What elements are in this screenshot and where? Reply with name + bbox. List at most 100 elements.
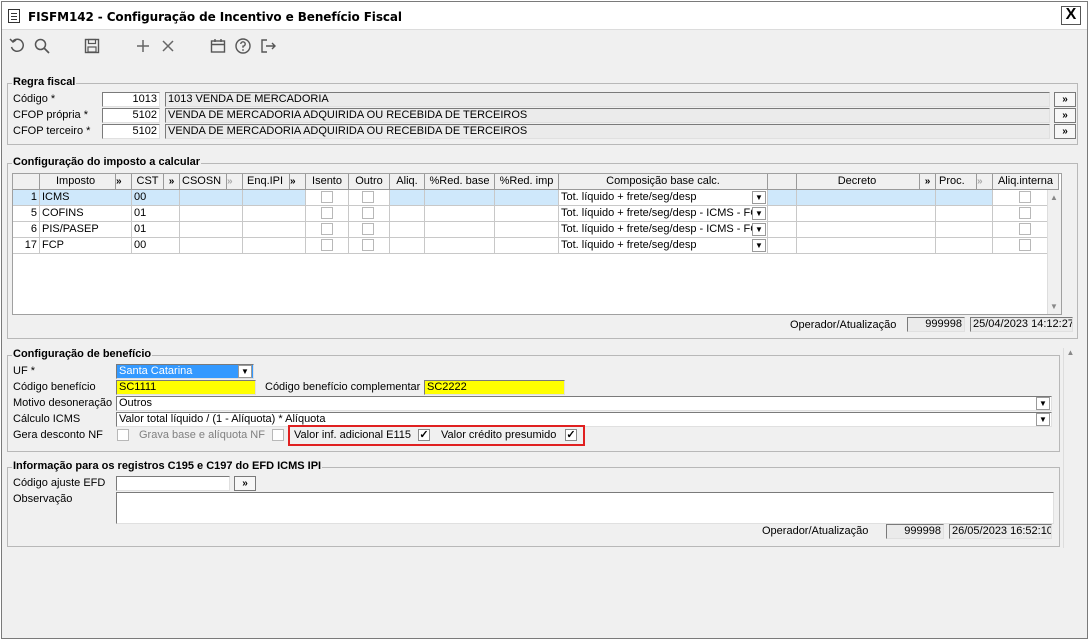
row-aliq[interactable] [390,238,425,254]
row-composicao[interactable]: Tot. líquido + frete/seg/desp - ICMS - F… [559,222,768,238]
composicao-dropdown-icon[interactable] [752,191,766,204]
exit-icon[interactable] [258,37,278,57]
col-aliq-header[interactable]: Aliq. [390,174,425,190]
form-scrollbar[interactable]: ▲ [1063,348,1077,548]
table-row[interactable]: 5 COFINS 01 Tot. líquido + frete/seg/des… [13,206,1061,222]
row-decreto[interactable] [797,190,936,206]
motivo-select[interactable]: Outros [116,396,1052,411]
enq-ipi-header-lookup-button[interactable]: » [289,174,305,189]
cfop-propria-lookup-button[interactable]: » [1054,108,1076,123]
row-imposto[interactable]: ICMS [40,190,132,206]
search-icon[interactable] [32,37,52,57]
row-outro-checkbox[interactable] [362,191,374,203]
row-csosn[interactable] [180,222,243,238]
row-outro-checkbox[interactable] [362,239,374,251]
row-red-imp[interactable] [495,238,559,254]
col-isento-header[interactable]: Isento [306,174,349,190]
col-aliq-interna-header[interactable]: Aliq.interna [993,174,1059,190]
row-red-base[interactable] [425,222,495,238]
gera-desconto-checkbox[interactable] [117,429,129,441]
cst-header-lookup-button[interactable]: » [163,174,179,189]
row-cst[interactable]: 00 [132,190,180,206]
row-decreto[interactable] [797,222,936,238]
row-outro-checkbox[interactable] [362,223,374,235]
uf-dropdown-icon[interactable] [238,365,252,378]
row-cst[interactable]: 01 [132,222,180,238]
row-csosn[interactable] [180,190,243,206]
row-aliq-interna-checkbox[interactable] [1019,207,1031,219]
imposto-header-lookup-button[interactable]: » [115,174,131,189]
calendar-icon[interactable] [208,37,228,57]
add-icon[interactable] [133,37,153,57]
codigo-field[interactable]: 1013 [102,92,160,107]
row-red-base[interactable] [425,206,495,222]
row-aliq-interna-checkbox[interactable] [1019,191,1031,203]
scroll-down-icon[interactable]: ▼ [1050,302,1058,311]
row-outro-checkbox[interactable] [362,207,374,219]
composicao-dropdown-icon[interactable] [752,223,766,236]
composicao-dropdown-icon[interactable] [752,207,766,220]
row-composicao[interactable]: Tot. líquido + frete/seg/desp - ICMS - F… [559,206,768,222]
col-enq-ipi-header[interactable]: Enq.IPI » [243,174,306,190]
row-red-imp[interactable] [495,190,559,206]
row-composicao[interactable]: Tot. líquido + frete/seg/desp [559,190,768,206]
composicao-dropdown-icon[interactable] [752,239,766,252]
decreto-header-lookup-button[interactable]: » [919,174,935,189]
row-imposto[interactable]: FCP [40,238,132,254]
row-decreto[interactable] [797,238,936,254]
save-icon[interactable] [82,37,102,57]
table-row[interactable]: 17 FCP 00 Tot. líquido + frete/seg/desp [13,238,1061,254]
table-row[interactable]: 1 ICMS 00 Tot. líquido + frete/seg/desp [13,190,1061,206]
scroll-up-icon[interactable]: ▲ [1050,193,1058,202]
row-enq-ipi[interactable] [243,206,306,222]
row-red-base[interactable] [425,190,495,206]
codigo-complementar-field[interactable]: SC2222 [424,380,565,395]
motivo-dropdown-icon[interactable] [1036,397,1050,410]
row-isento-checkbox[interactable] [321,191,333,203]
col-proc-header[interactable]: Proc. » [936,174,993,190]
col-composicao-header[interactable]: Composição base calc. [559,174,768,190]
row-aliq-interna-checkbox[interactable] [1019,223,1031,235]
row-enq-ipi[interactable] [243,190,306,206]
row-red-imp[interactable] [495,222,559,238]
row-isento-checkbox[interactable] [321,239,333,251]
help-icon[interactable] [233,37,253,57]
col-imposto-header[interactable]: Imposto » [40,174,132,190]
row-csosn[interactable] [180,238,243,254]
row-enq-ipi[interactable] [243,238,306,254]
row-imposto[interactable]: COFINS [40,206,132,222]
row-red-base[interactable] [425,238,495,254]
calculo-dropdown-icon[interactable] [1036,413,1050,426]
row-proc[interactable] [936,190,993,206]
observacao-field[interactable] [116,492,1054,524]
col-red-imp-header[interactable]: %Red. imp [495,174,559,190]
cfop-terceiro-field[interactable]: 5102 [102,124,160,139]
row-isento-checkbox[interactable] [321,223,333,235]
row-isento-checkbox[interactable] [321,207,333,219]
close-button[interactable]: X [1061,6,1081,25]
undo-icon[interactable] [7,37,27,57]
ajuste-efd-lookup-button[interactable]: » [234,476,256,491]
table-row[interactable]: 6 PIS/PASEP 01 Tot. líquido + frete/seg/… [13,222,1061,238]
valor-credito-presumido-checkbox[interactable]: ✓ [565,429,577,441]
delete-icon[interactable] [158,37,178,57]
row-proc[interactable] [936,206,993,222]
uf-select[interactable]: Santa Catarina [116,364,254,379]
row-aliq[interactable] [390,206,425,222]
row-proc[interactable] [936,222,993,238]
col-csosn-header[interactable]: CSOSN » [180,174,243,190]
col-red-base-header[interactable]: %Red. base [425,174,495,190]
col-outro-header[interactable]: Outro [349,174,390,190]
cfop-propria-field[interactable]: 5102 [102,108,160,123]
ajuste-efd-field[interactable] [116,476,230,491]
table-scrollbar[interactable]: ▲ ▼ [1047,190,1061,314]
codigo-beneficio-field[interactable]: SC1111 [116,380,256,395]
row-cst[interactable]: 01 [132,206,180,222]
row-aliq[interactable] [390,190,425,206]
cfop-terceiro-lookup-button[interactable]: » [1054,124,1076,139]
row-enq-ipi[interactable] [243,222,306,238]
row-imposto[interactable]: PIS/PASEP [40,222,132,238]
row-aliq-interna-checkbox[interactable] [1019,239,1031,251]
row-proc[interactable] [936,238,993,254]
valor-inf-adicional-checkbox[interactable]: ✓ [418,429,430,441]
